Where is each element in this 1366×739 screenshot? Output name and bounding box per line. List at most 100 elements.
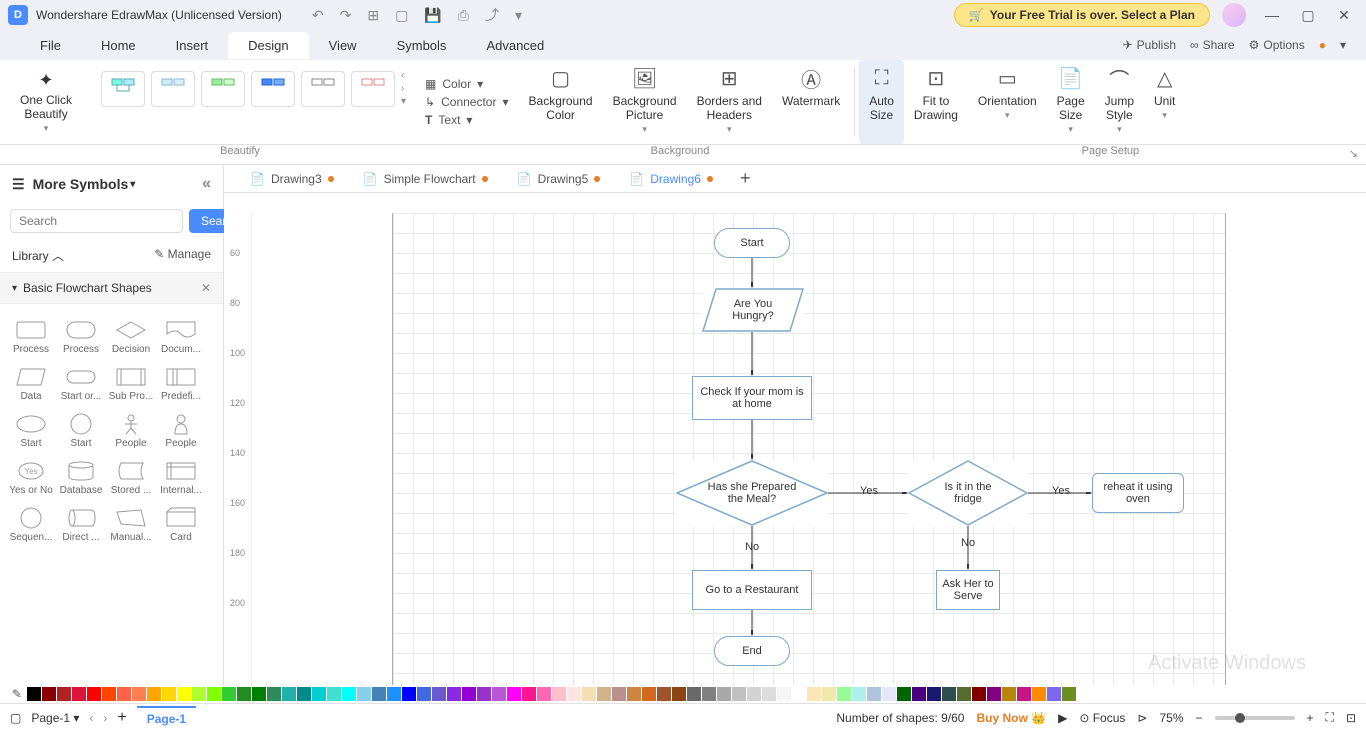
menu-view[interactable]: View xyxy=(309,32,377,59)
tab-simpleflowchart[interactable]: 📄Simple Flowchart xyxy=(349,168,503,190)
notification-icon[interactable]: ● xyxy=(1319,38,1326,52)
theme-thumb-1[interactable] xyxy=(101,71,145,107)
borders-headers-button[interactable]: ⊞ Borders and Headers▾ xyxy=(687,60,772,144)
manage-button[interactable]: ✎ Manage xyxy=(154,247,211,264)
page-add-icon[interactable]: + xyxy=(117,709,126,727)
gallery-next-icon[interactable]: › xyxy=(401,83,406,94)
minimize-button[interactable]: — xyxy=(1258,7,1286,24)
save-icon[interactable]: 💾 xyxy=(424,7,441,24)
orientation-button[interactable]: ▭ Orientation▾ xyxy=(968,60,1047,144)
fit-drawing-button[interactable]: ⊡ Fit to Drawing xyxy=(904,60,968,144)
menu-home[interactable]: Home xyxy=(81,32,156,59)
eyedropper-icon[interactable]: ✎ xyxy=(12,687,22,701)
color-swatch[interactable] xyxy=(222,687,236,701)
color-swatch[interactable] xyxy=(687,687,701,701)
color-swatch[interactable] xyxy=(792,687,806,701)
shape-data[interactable]: Data xyxy=(6,359,56,406)
dropdown-icon[interactable]: ▾ xyxy=(515,7,522,24)
tab-drawing5[interactable]: 📄Drawing5 xyxy=(503,168,616,190)
panel-close-icon[interactable]: ✕ xyxy=(201,281,211,295)
fc-check-mom[interactable]: Check If your mom is at home xyxy=(692,376,812,420)
color-swatch[interactable] xyxy=(867,687,881,701)
shape-start[interactable]: Start xyxy=(56,406,106,453)
redo-icon[interactable]: ↷ xyxy=(340,7,352,24)
shape-process[interactable]: Process xyxy=(6,312,56,359)
color-swatch[interactable] xyxy=(177,687,191,701)
color-swatch[interactable] xyxy=(597,687,611,701)
shape-sequen[interactable]: Sequen... xyxy=(6,500,56,547)
theme-thumb-6[interactable] xyxy=(351,71,395,107)
menu-file[interactable]: File xyxy=(20,32,81,59)
share-button[interactable]: ∞ Share xyxy=(1190,38,1235,52)
color-swatch[interactable] xyxy=(432,687,446,701)
color-swatch[interactable] xyxy=(762,687,776,701)
shape-predefi[interactable]: Predefi... xyxy=(156,359,206,406)
print-icon[interactable]: ⎙ xyxy=(458,7,469,24)
background-color-button[interactable]: ▢ Background Color xyxy=(519,60,603,144)
color-swatch[interactable] xyxy=(27,687,41,701)
page-tab[interactable]: Page-1 xyxy=(137,706,196,730)
fc-hungry[interactable]: Are You Hungry? xyxy=(702,288,804,332)
present-icon[interactable]: ▶ xyxy=(1058,711,1067,725)
color-swatch[interactable] xyxy=(747,687,761,701)
color-swatch[interactable] xyxy=(297,687,311,701)
color-swatch[interactable] xyxy=(312,687,326,701)
shape-subpro[interactable]: Sub Pro... xyxy=(106,359,156,406)
jump-style-button[interactable]: ⌒ Jump Style▾ xyxy=(1095,60,1144,144)
color-swatch[interactable] xyxy=(612,687,626,701)
theme-thumb-3[interactable] xyxy=(201,71,245,107)
color-swatch[interactable] xyxy=(972,687,986,701)
collapse-ribbon-icon[interactable]: ▾ xyxy=(1340,38,1346,52)
page-selector[interactable]: Page-1 ▾ xyxy=(31,711,79,725)
color-swatch[interactable] xyxy=(567,687,581,701)
page-next-icon[interactable]: › xyxy=(103,711,107,725)
shape-internal[interactable]: Internal... xyxy=(156,453,206,500)
buy-now-button[interactable]: Buy Now 👑 xyxy=(976,711,1046,725)
color-swatch[interactable] xyxy=(552,687,566,701)
zoom-out-icon[interactable]: − xyxy=(1196,711,1203,725)
tab-drawing3[interactable]: 📄Drawing3 xyxy=(236,168,349,190)
menu-design[interactable]: Design xyxy=(228,32,308,59)
shape-docum[interactable]: Docum... xyxy=(156,312,206,359)
fc-restaurant[interactable]: Go to a Restaurant xyxy=(692,570,812,610)
color-swatch[interactable] xyxy=(102,687,116,701)
color-swatch[interactable] xyxy=(42,687,56,701)
color-swatch[interactable] xyxy=(852,687,866,701)
fc-end[interactable]: End xyxy=(714,636,790,666)
color-swatch[interactable] xyxy=(492,687,506,701)
fc-ask-serve[interactable]: Ask Her to Serve xyxy=(936,570,1000,610)
unit-button[interactable]: △ Unit▾ xyxy=(1144,60,1185,144)
color-swatch[interactable] xyxy=(957,687,971,701)
undo-icon[interactable]: ↶ xyxy=(312,7,324,24)
shape-people[interactable]: People xyxy=(156,406,206,453)
color-swatch[interactable] xyxy=(477,687,491,701)
connector-dropdown[interactable]: ↳ Connector ▾ xyxy=(425,95,508,109)
new-icon[interactable]: ⊞ xyxy=(367,7,379,24)
color-swatch[interactable] xyxy=(282,687,296,701)
shape-database[interactable]: Database xyxy=(56,453,106,500)
shape-start[interactable]: Start xyxy=(6,406,56,453)
menu-advanced[interactable]: Advanced xyxy=(466,32,564,59)
color-swatch[interactable] xyxy=(987,687,1001,701)
shape-direct[interactable]: Direct ... xyxy=(56,500,106,547)
sidebar-collapse-icon[interactable]: « xyxy=(202,175,211,193)
fc-reheat[interactable]: reheat it using oven xyxy=(1092,473,1184,513)
color-swatch[interactable] xyxy=(87,687,101,701)
color-swatch[interactable] xyxy=(1062,687,1076,701)
text-dropdown[interactable]: T Text ▾ xyxy=(425,113,508,127)
shape-card[interactable]: Card xyxy=(156,500,206,547)
color-swatch[interactable] xyxy=(702,687,716,701)
library-label[interactable]: Library ︿ xyxy=(12,247,64,264)
color-swatch[interactable] xyxy=(537,687,551,701)
maximize-button[interactable]: ▢ xyxy=(1294,7,1322,24)
tab-add-button[interactable]: + xyxy=(728,168,763,189)
color-swatch[interactable] xyxy=(447,687,461,701)
sidebar-title-dropdown-icon[interactable]: ▾ xyxy=(130,179,135,190)
color-swatch[interactable] xyxy=(837,687,851,701)
color-swatch[interactable] xyxy=(387,687,401,701)
color-swatch[interactable] xyxy=(732,687,746,701)
shape-people[interactable]: People xyxy=(106,406,156,453)
color-swatch[interactable] xyxy=(627,687,641,701)
color-swatch[interactable] xyxy=(897,687,911,701)
color-swatch[interactable] xyxy=(357,687,371,701)
